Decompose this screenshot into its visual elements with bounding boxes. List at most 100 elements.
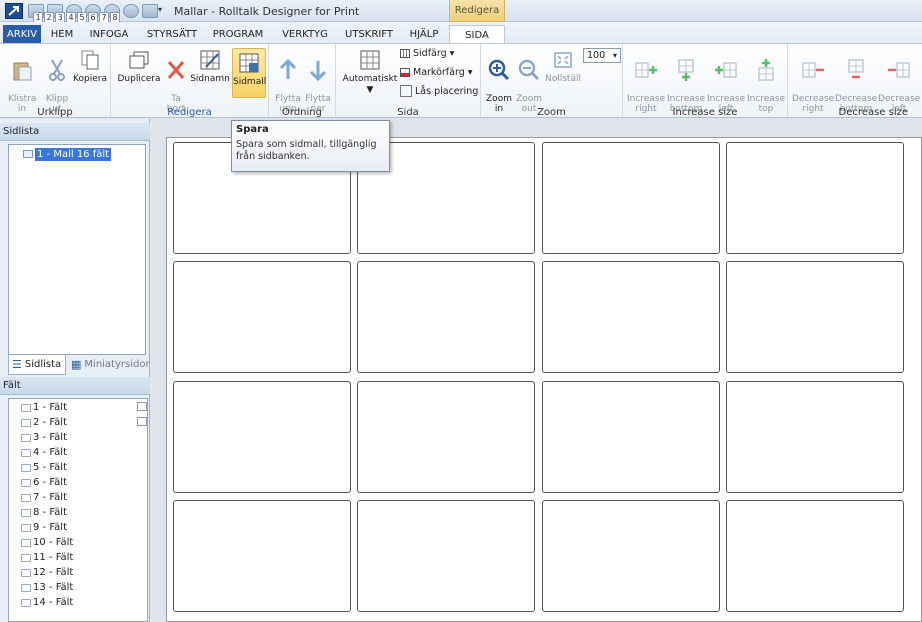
field-icon	[21, 418, 31, 427]
increase-left-button[interactable]: Increase left	[706, 48, 746, 114]
field-icon	[21, 508, 31, 517]
grid-field-cell[interactable]	[542, 142, 720, 254]
page-color-label: Sidfärg	[413, 48, 447, 59]
field-list-header: Fält	[0, 377, 150, 395]
group-label-urklipp: Urklipp	[37, 107, 73, 118]
field-list-item[interactable]: 7 - Fält	[21, 490, 67, 505]
move-down-button[interactable]: Flytta ner	[304, 48, 332, 114]
field-visibility-checkbox[interactable]	[137, 417, 147, 426]
field-label: 12 - Fält	[33, 567, 74, 578]
field-list-item[interactable]: 9 - Fält	[21, 520, 67, 535]
tab-styrsatt[interactable]: STYRSÄTT	[146, 25, 198, 44]
qat-dropdown-icon[interactable]: ▾	[158, 5, 162, 14]
field-list-item[interactable]: 10 - Fält	[21, 535, 73, 550]
grid-field-cell[interactable]	[726, 500, 904, 612]
field-list-item[interactable]: 3 - Fält	[21, 430, 67, 445]
grid-field-cell[interactable]	[542, 381, 720, 493]
field-visibility-checkbox[interactable]	[137, 402, 147, 411]
page-name-button[interactable]: Sidnamn	[190, 48, 230, 84]
cursor-color-button[interactable]: Markörfärg ▾	[400, 67, 473, 78]
grid-field-cell[interactable]	[173, 381, 351, 493]
zoom-out-button[interactable]: Zoom out	[515, 48, 543, 114]
page-template-button[interactable]: Sidmall	[232, 48, 266, 98]
increase-top-button[interactable]: Increase top	[746, 48, 786, 114]
move-up-button[interactable]: Flytta upp	[274, 48, 302, 114]
grid-field-cell[interactable]	[542, 500, 720, 612]
tab-arkiv[interactable]: ARKIV	[3, 25, 41, 44]
increase-bottom-button[interactable]: Increase bottom	[666, 48, 706, 114]
field-list-item[interactable]: 11 - Fält	[21, 550, 73, 565]
paste-button[interactable]: Klistra in	[8, 48, 36, 114]
delete-button[interactable]: Ta bort	[164, 48, 188, 114]
field-list-item[interactable]: 8 - Fält	[21, 505, 67, 520]
tab-miniatyrsidor-label: Miniatyrsidor	[84, 359, 150, 370]
grid-field-cell[interactable]	[357, 500, 535, 612]
page-color-icon	[400, 49, 410, 58]
sync-icon[interactable]	[123, 4, 139, 18]
group-label-redigera: Redigera	[167, 107, 212, 118]
field-list[interactable]: 1 - Fält 2 - Fält 3 - Fält 4 - Fält 5 - …	[8, 398, 148, 622]
field-list-item[interactable]: 14 - Fält	[21, 595, 73, 610]
field-list-item[interactable]: 5 - Fält	[21, 460, 67, 475]
field-list-item[interactable]: 1 - Fält	[21, 400, 67, 415]
grid-field-cell[interactable]	[357, 381, 535, 493]
zoom-in-button[interactable]: Zoom in	[485, 48, 513, 114]
arrow-down-icon	[309, 61, 327, 82]
lock-placement-checkbox[interactable]	[400, 85, 412, 97]
copy-button[interactable]: Kopiera	[73, 48, 107, 84]
zoom-level-value: 100	[587, 50, 606, 61]
field-icon	[21, 448, 31, 457]
play-icon[interactable]	[142, 4, 158, 18]
duplicate-button[interactable]: Duplicera	[117, 48, 161, 84]
decrease-left-button[interactable]: Decrease left	[878, 48, 920, 114]
decrease-bottom-button[interactable]: Decrease bottom	[835, 48, 877, 114]
page-list[interactable]: 1 - Mall 16 fält	[8, 144, 146, 355]
cut-button[interactable]: Klipp ut	[43, 48, 71, 114]
grid-field-cell[interactable]	[542, 261, 720, 373]
tab-miniatyrsidor[interactable]: ▦ Miniatyrsidor	[68, 355, 150, 375]
grid-field-cell[interactable]	[173, 500, 351, 612]
page-sheet[interactable]	[166, 137, 922, 622]
field-label: 6 - Fält	[33, 477, 67, 488]
tab-program[interactable]: PROGRAM	[210, 25, 266, 44]
ribbon: Klistra in Klipp ut Kopiera Urklipp Dupl…	[0, 43, 922, 119]
group-increase-size: Increase right Increase bottom Increase …	[623, 44, 788, 119]
group-zoom: Zoom in Zoom out Nollställ 100 ▾ Zoom	[481, 44, 623, 119]
field-icon	[21, 538, 31, 547]
grid-field-cell[interactable]	[726, 381, 904, 493]
field-list-item[interactable]: 4 - Fält	[21, 445, 67, 460]
tab-hjalp[interactable]: HJÄLP	[404, 25, 444, 44]
decrease-bottom-icon	[848, 59, 864, 79]
group-decrease-size: Decrease right Decrease bottom Decrease …	[788, 44, 922, 119]
field-list-item[interactable]: 13 - Fält	[21, 580, 73, 595]
increase-right-button[interactable]: Increase right	[626, 48, 666, 114]
group-urklipp: Klistra in Klipp ut Kopiera Urklipp	[0, 44, 111, 119]
page-color-button[interactable]: Sidfärg ▾	[400, 48, 454, 59]
tab-sidlista[interactable]: ☰ Sidlista	[8, 355, 66, 375]
tab-utskrift[interactable]: UTSKRIFT	[343, 25, 395, 44]
auto-layout-button[interactable]: Automatiskt ▼	[342, 48, 398, 95]
grid-field-cell[interactable]	[726, 142, 904, 254]
tab-infoga[interactable]: INFOGA	[86, 25, 132, 44]
fit-screen-icon	[554, 52, 572, 68]
panel-tabs: ☰ Sidlista ▦ Miniatyrsidor	[8, 355, 150, 375]
zoom-reset-button[interactable]: Nollställ	[545, 48, 581, 84]
decrease-right-button[interactable]: Decrease right	[792, 48, 834, 114]
app-icon[interactable]	[5, 3, 23, 19]
field-list-item[interactable]: 12 - Fält	[21, 565, 73, 580]
title-bar: 1 2 3 4 5 6 7 8 ▾ Mallar - Rolltalk Desi…	[0, 0, 922, 23]
grid-field-cell[interactable]	[173, 261, 351, 373]
tab-sida[interactable]: SIDA	[449, 25, 505, 44]
page-name-label: Sidnamn	[190, 74, 230, 84]
tab-verktyg[interactable]: VERKTYG	[280, 25, 330, 44]
field-list-item[interactable]: 2 - Fält	[21, 415, 67, 430]
tab-hem[interactable]: HEM	[46, 25, 78, 44]
page-list-item[interactable]: 1 - Mall 16 fält	[23, 147, 112, 161]
lock-placement-toggle[interactable]: Lås placering	[400, 85, 478, 97]
field-list-item[interactable]: 6 - Fält	[21, 475, 67, 490]
grid-field-cell[interactable]	[726, 261, 904, 373]
zoom-level-select[interactable]: 100 ▾	[583, 48, 621, 63]
field-label: 11 - Fält	[33, 552, 74, 563]
thumbnails-icon: ▦	[71, 358, 82, 371]
grid-field-cell[interactable]	[357, 261, 535, 373]
